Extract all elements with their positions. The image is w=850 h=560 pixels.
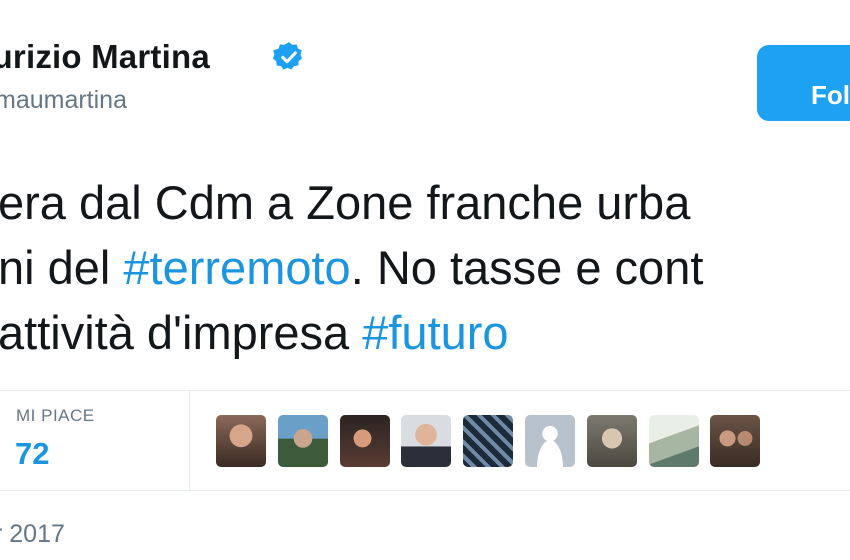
liker-avatar-7[interactable]	[586, 415, 637, 467]
tweet-text-segment: era dal Cdm a Zone franche urba	[0, 176, 691, 229]
likes-count[interactable]: 72	[15, 436, 49, 472]
hashtag-link[interactable]: #terremoto	[123, 241, 350, 294]
tweet-text-segment: ni del	[0, 241, 124, 294]
liker-avatar-4[interactable]	[401, 415, 452, 467]
author-display-name[interactable]: aurizio Martina	[0, 38, 210, 76]
liker-avatar-8[interactable]	[648, 415, 699, 467]
tweet-card: aurizio Martina maumartina Follo era dal…	[0, 0, 850, 560]
tweet-date[interactable]: r 2017	[0, 520, 65, 549]
liker-avatar-5[interactable]	[463, 415, 514, 467]
stats-divider-bottom	[0, 490, 850, 491]
tweet-text-segment: . No tasse e cont	[350, 241, 704, 294]
follow-button[interactable]: Follo	[757, 45, 850, 121]
stats-separator	[189, 391, 190, 490]
hashtag-link[interactable]: #futuro	[362, 306, 508, 359]
liker-avatar-2[interactable]	[277, 415, 328, 467]
tweet-text-line: attività d'impresa #futuro	[0, 300, 850, 365]
tweet-text-segment: attività d'impresa	[0, 306, 363, 359]
stats-divider-top	[0, 390, 850, 391]
liker-avatar-9[interactable]	[710, 415, 761, 467]
liker-avatar-3[interactable]	[339, 415, 390, 467]
tweet-text: era dal Cdm a Zone franche urba ni del #t…	[0, 170, 850, 365]
tweet-text-line: era dal Cdm a Zone franche urba	[0, 170, 850, 235]
author-handle[interactable]: maumartina	[0, 86, 127, 115]
likes-label: MI PIACE	[16, 406, 95, 425]
tweet-text-line: ni del #terremoto. No tasse e cont	[0, 235, 850, 300]
liker-avatar-1[interactable]	[216, 415, 266, 467]
liker-avatar-6[interactable]	[525, 415, 575, 467]
verified-badge-icon	[272, 42, 303, 70]
